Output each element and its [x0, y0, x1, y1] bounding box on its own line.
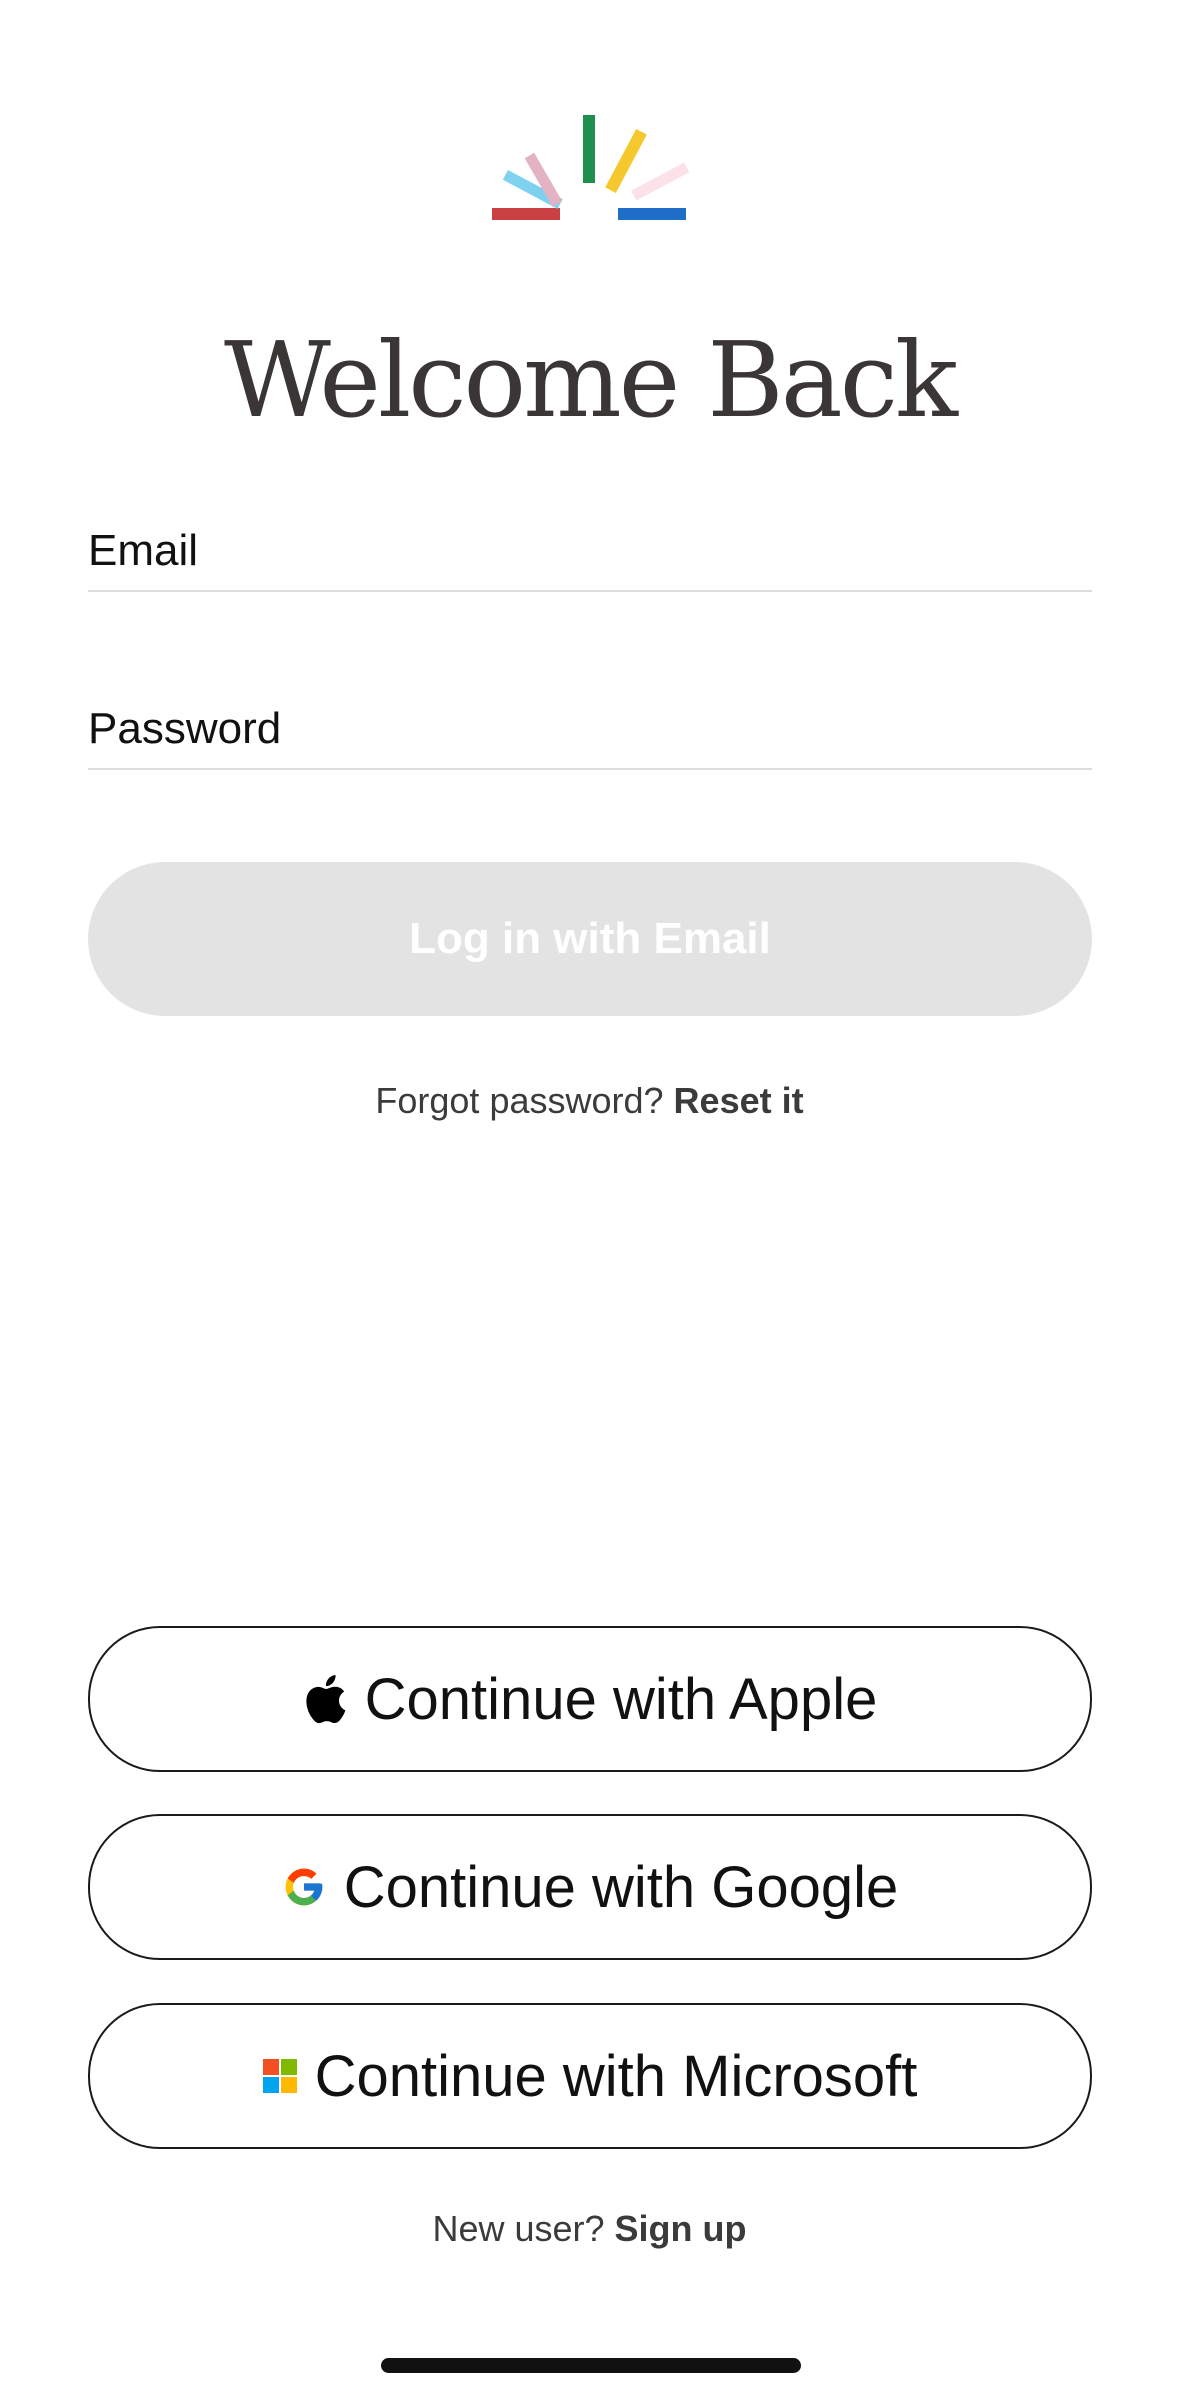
continue-with-apple-button[interactable]: Continue with Apple [88, 1626, 1092, 1772]
password-input[interactable] [88, 678, 1092, 768]
apple-icon [303, 1674, 347, 1724]
email-input[interactable] [88, 500, 1092, 590]
microsoft-button-label: Continue with Microsoft [314, 2043, 918, 2109]
reset-password-link[interactable]: Reset it [674, 1080, 804, 1121]
microsoft-icon [262, 2059, 297, 2093]
signup-link[interactable]: Sign up [615, 2208, 747, 2249]
google-button-label: Continue with Google [343, 1854, 899, 1920]
signup-row: New user? Sign up [0, 2208, 1179, 2250]
forgot-password-prompt: Forgot password? [375, 1080, 664, 1121]
continue-with-microsoft-button[interactable]: Continue with Microsoft [88, 2003, 1092, 2149]
apple-button-label: Continue with Apple [364, 1666, 878, 1732]
login-with-email-button[interactable]: Log in with Email [88, 862, 1092, 1016]
login-screen: Welcome Back Email Password Log in with … [0, 0, 1179, 2396]
password-field[interactable]: Password [88, 678, 1092, 770]
page-title: Welcome Back [224, 319, 958, 441]
sunburst-logo-icon [492, 115, 690, 220]
forgot-password-row: Forgot password? Reset it [0, 1080, 1179, 1122]
email-field[interactable]: Email [88, 500, 1092, 592]
home-indicator[interactable] [381, 2358, 801, 2373]
continue-with-google-button[interactable]: Continue with Google [88, 1814, 1092, 1960]
google-icon [282, 1865, 326, 1909]
new-user-prompt: New user? [432, 2208, 605, 2249]
